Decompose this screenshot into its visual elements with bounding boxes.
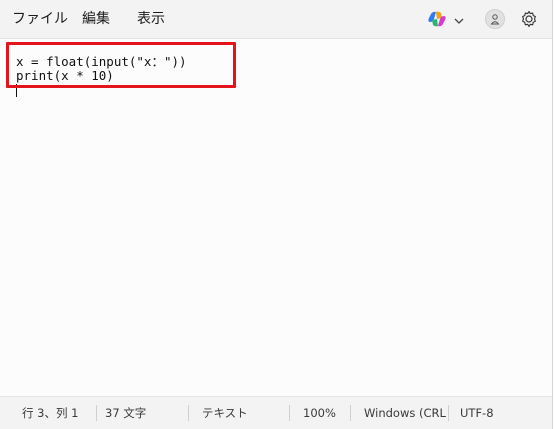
chevron-down-icon[interactable] [453,12,465,24]
copilot-icon[interactable] [427,10,447,28]
status-divider [448,405,449,421]
account-icon[interactable] [485,9,505,29]
menu-bar: ファイル 編集 表示 [0,0,552,39]
status-divider [188,405,189,421]
menu-edit[interactable]: 編集 [82,9,110,29]
notepad-window: ファイル 編集 表示 x = float(input("x：")) print(… [0,0,553,429]
menu-file[interactable]: ファイル [12,9,68,29]
status-doc-type: テキスト [202,406,248,420]
menu-view[interactable]: 表示 [137,9,165,29]
status-bar: 行 3、列 1 37 文字 テキスト 100% Windows (CRL UTF… [0,396,552,429]
status-divider [289,405,290,421]
status-line-ending[interactable]: Windows (CRL [364,406,446,420]
gear-icon[interactable] [519,9,539,29]
status-encoding[interactable]: UTF-8 [460,406,494,420]
status-divider [96,405,97,421]
text-editor-area[interactable]: x = float(input("x：")) print(x * 10) [0,39,552,396]
status-divider [350,405,351,421]
status-char-count: 37 文字 [105,406,147,420]
status-zoom[interactable]: 100% [303,406,336,420]
status-position: 行 3、列 1 [22,406,79,420]
highlight-box [6,42,236,88]
